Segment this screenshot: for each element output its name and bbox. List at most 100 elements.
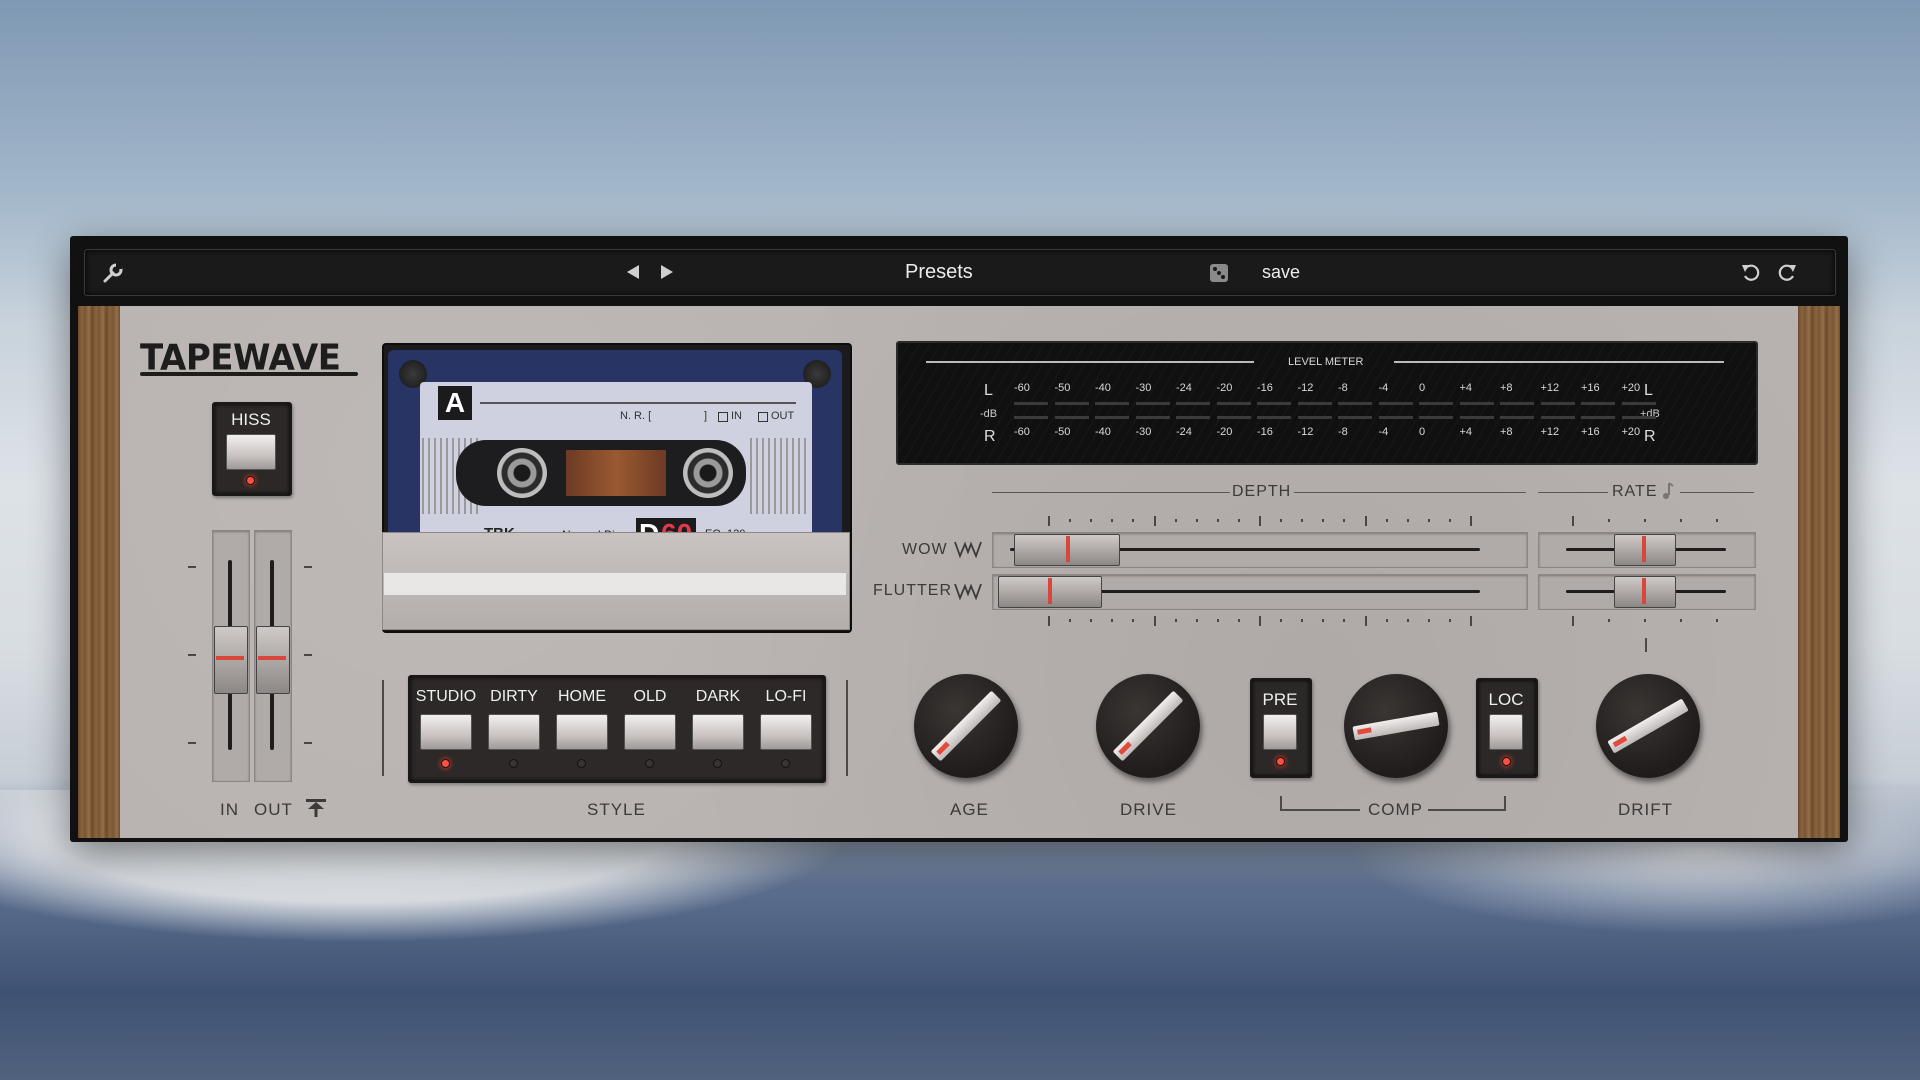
style-button-dark[interactable]: DARK xyxy=(684,688,752,706)
style-button-dirty[interactable]: DIRTY xyxy=(480,688,548,706)
meter-segment xyxy=(1216,416,1251,419)
meter-scale-bottom-9: -4 xyxy=(1378,426,1389,438)
meter-segment xyxy=(1014,416,1048,419)
slider-tick xyxy=(1132,519,1135,522)
presets-label[interactable]: Presets xyxy=(905,261,973,284)
flutter-label: FLUTTER xyxy=(873,582,952,599)
slider-tick xyxy=(1406,519,1409,522)
slider-tick xyxy=(1385,519,1388,522)
next-arrow-icon[interactable] xyxy=(658,263,676,281)
meter-title-line-right xyxy=(1394,361,1724,363)
meter-scale-bottom-1: -50 xyxy=(1054,426,1071,438)
cassette-door-stripe xyxy=(384,573,846,595)
pre-cap[interactable] xyxy=(1263,714,1297,750)
label-line xyxy=(480,402,796,404)
drift-marker xyxy=(1645,638,1647,652)
slider-tick xyxy=(1680,619,1682,622)
drive-knob[interactable] xyxy=(1096,674,1200,778)
meter-segment xyxy=(1621,402,1656,405)
slider-tick xyxy=(1322,619,1325,622)
in-fader-thumb[interactable] xyxy=(214,626,248,694)
fader-tick xyxy=(304,742,312,744)
left-wood-panel xyxy=(78,306,120,838)
meter-segment xyxy=(1257,416,1291,419)
style-cap-dark[interactable] xyxy=(692,714,744,750)
depth-line-left xyxy=(992,492,1230,493)
style-button-old[interactable]: OLD xyxy=(616,688,684,706)
wow-depth-indicator xyxy=(1066,536,1070,562)
meter-segment xyxy=(1500,402,1534,405)
meter-scale-bottom-2: -40 xyxy=(1095,426,1111,438)
comp-knob[interactable] xyxy=(1344,674,1448,778)
wave-icon[interactable] xyxy=(954,582,982,600)
style-cap-lofi[interactable] xyxy=(760,714,812,750)
style-button-home[interactable]: HOME xyxy=(548,688,616,706)
slider-tick xyxy=(1716,619,1718,622)
fader-tick xyxy=(188,566,196,568)
slider-tick xyxy=(1322,519,1325,522)
meter-scale-bottom-6: -16 xyxy=(1257,426,1273,438)
hiss-led xyxy=(246,476,255,485)
nr-text: N. R. [ xyxy=(620,410,652,422)
right-reel xyxy=(683,448,733,498)
style-button-studio[interactable]: STUDIO xyxy=(412,688,480,706)
undo-icon[interactable] xyxy=(1740,262,1762,284)
meter-segment xyxy=(1419,402,1453,405)
fader-tick xyxy=(188,654,196,656)
nr-out-checkbox xyxy=(758,412,768,422)
meter-segment xyxy=(1054,402,1089,405)
upload-icon[interactable] xyxy=(304,797,328,819)
meter-r-right: R xyxy=(1644,428,1656,445)
style-button-lofi[interactable]: LO-FI xyxy=(752,688,820,706)
meter-title-line-left xyxy=(926,361,1254,363)
style-led-studio xyxy=(441,759,450,768)
hiss-cap[interactable] xyxy=(226,434,276,470)
comp-bracket-left xyxy=(1280,796,1282,810)
wrench-icon[interactable] xyxy=(102,262,124,284)
meter-scale-bottom-12: +8 xyxy=(1500,426,1513,438)
comp-knob-pointer xyxy=(1352,711,1440,741)
meter-scale-top-7: -12 xyxy=(1297,382,1314,394)
age-knob-pointer xyxy=(930,690,1002,762)
meter-scale-bottom-11: +4 xyxy=(1459,426,1473,438)
side-badge: A xyxy=(438,386,472,420)
prev-arrow-icon[interactable] xyxy=(624,263,642,281)
save-button[interactable]: save xyxy=(1262,262,1300,283)
slider-tick xyxy=(1301,619,1304,622)
fader-tick xyxy=(188,742,196,744)
fader-tick xyxy=(304,566,312,568)
slider-tick xyxy=(1069,519,1072,522)
rate-line-left xyxy=(1538,492,1608,493)
meter-scale-top-5: -20 xyxy=(1216,382,1233,394)
dice-icon[interactable] xyxy=(1208,262,1230,284)
nr-close: ] xyxy=(704,410,708,422)
wave-icon[interactable] xyxy=(954,540,982,558)
out-label: OUT xyxy=(254,800,293,819)
meter-segment xyxy=(1135,416,1170,419)
slider-tick xyxy=(1644,519,1646,522)
note-icon[interactable] xyxy=(1660,482,1674,500)
meter-scale-top-13: +12 xyxy=(1540,382,1560,394)
slider-tick xyxy=(1132,619,1135,622)
style-cap-dirty[interactable] xyxy=(488,714,540,750)
slider-tick xyxy=(1280,519,1283,522)
meter-l-right: L xyxy=(1644,382,1653,399)
slider-tick xyxy=(1259,616,1261,626)
meter-segment xyxy=(1459,416,1494,419)
flutter-depth-indicator xyxy=(1048,578,1052,604)
out-fader-thumb[interactable] xyxy=(256,626,290,694)
slider-tick xyxy=(1343,619,1346,622)
wow-rate-indicator xyxy=(1642,536,1646,562)
age-knob[interactable] xyxy=(914,674,1018,778)
style-cap-old[interactable] xyxy=(624,714,676,750)
style-cap-home[interactable] xyxy=(556,714,608,750)
loc-cap[interactable] xyxy=(1489,714,1523,750)
drift-knob[interactable] xyxy=(1596,674,1700,778)
redo-icon[interactable] xyxy=(1776,262,1798,284)
style-cap-studio[interactable] xyxy=(420,714,472,750)
meter-scale-top-11: +4 xyxy=(1459,382,1473,394)
tape-reel-window xyxy=(566,450,666,496)
meter-segment xyxy=(1378,416,1413,419)
meter-scale-bottom-5: -20 xyxy=(1216,426,1233,438)
slider-tick xyxy=(1111,619,1114,622)
